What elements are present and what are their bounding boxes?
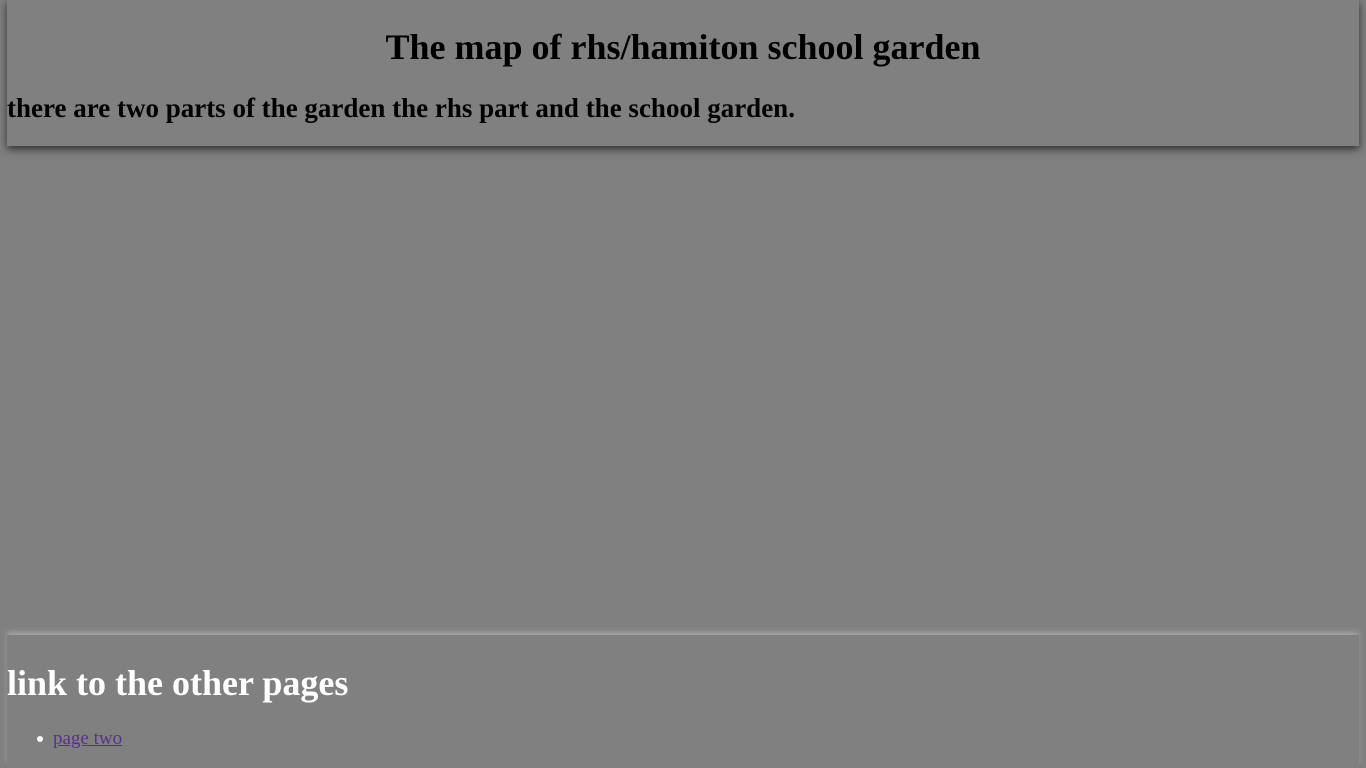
- page-header: The map of rhs/hamiton school garden the…: [7, 0, 1359, 146]
- list-item: page two: [37, 726, 122, 752]
- bullet-icon: [37, 736, 43, 742]
- page-subtitle: there are two parts of the garden the rh…: [7, 93, 795, 123]
- page-title: The map of rhs/hamiton school garden: [385, 27, 981, 67]
- footer-link-list: page two: [37, 726, 122, 752]
- page-two-link[interactable]: page two: [53, 728, 122, 749]
- footer-heading: link to the other pages: [7, 663, 349, 703]
